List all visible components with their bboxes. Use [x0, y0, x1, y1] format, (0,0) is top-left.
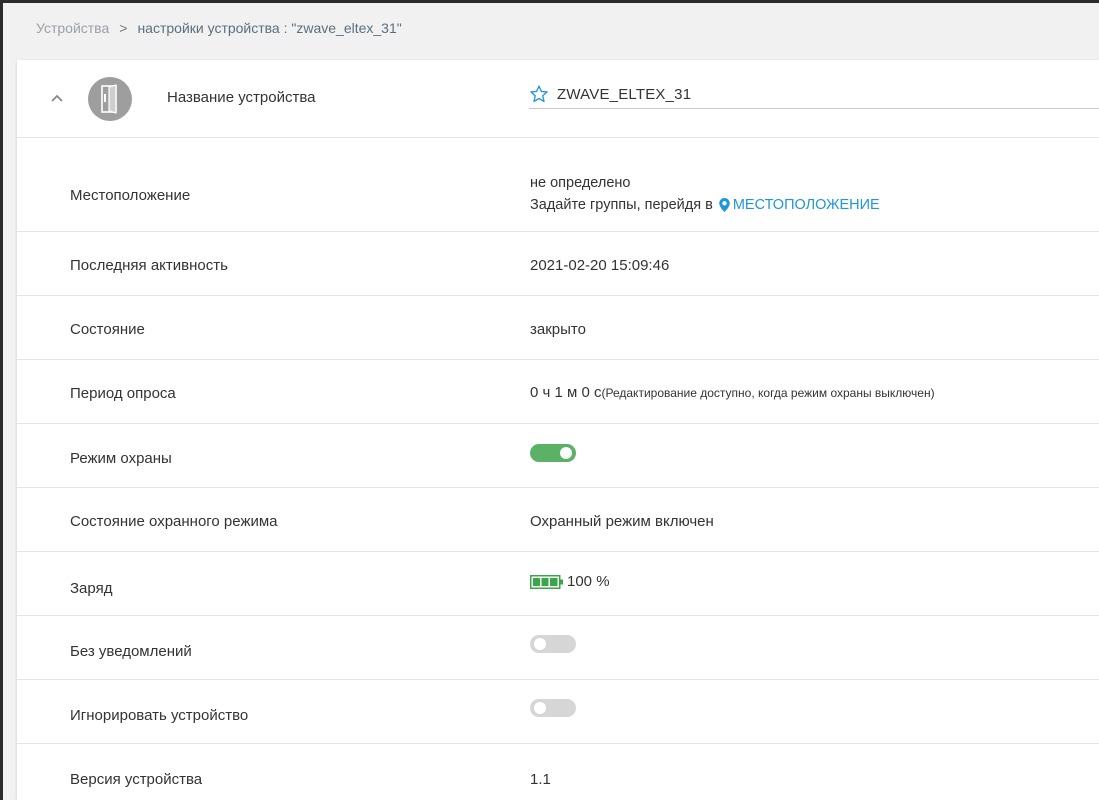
row-no-notifications: Без уведомлений [17, 616, 1099, 680]
location-link[interactable]: МЕСТОПОЛОЖЕНИЕ [719, 197, 880, 213]
row-label: Режим охраны [70, 450, 172, 467]
window-frame-left [0, 0, 3, 800]
chevron-up-icon [51, 94, 63, 102]
row-label: Период опроса [70, 385, 176, 402]
last-activity-value: 2021-02-20 15:09:46 [530, 257, 670, 274]
toggle-knob [534, 702, 546, 714]
toggle-knob [560, 447, 572, 459]
device-avatar [88, 77, 132, 121]
door-sensor-icon [101, 84, 117, 114]
location-link-text: МЕСТОПОЛОЖЕНИЕ [732, 197, 880, 213]
device-name-value: ZWAVE_ELTEX_31 [557, 85, 692, 103]
battery-value: 100 % [530, 573, 610, 590]
row-last-activity: Последняя активность 2021-02-20 15:09:46 [17, 232, 1099, 296]
row-device-version: Версия устройства 1.1 [17, 744, 1099, 800]
row-battery: Заряд 100 % [17, 552, 1099, 616]
battery-full-icon [530, 574, 563, 589]
battery-percent: 100 % [567, 573, 610, 590]
device-header: Название устройства ZWAVE_ELTEX_31 [17, 60, 1099, 138]
device-version-value: 1.1 [530, 771, 551, 788]
breadcrumb-root-link[interactable]: Устройства [36, 20, 109, 36]
row-label: Игнорировать устройство [70, 707, 249, 724]
device-settings-card: Название устройства ZWAVE_ELTEX_31 Место… [17, 60, 1099, 800]
breadcrumb-separator: > [119, 20, 128, 36]
row-ignore-device: Игнорировать устройство [17, 680, 1099, 744]
poll-period-note: (Редактирование доступно, когда режим ох… [601, 386, 935, 400]
state-value: закрыто [530, 321, 586, 338]
security-mode-toggle[interactable] [530, 444, 576, 462]
row-security-mode: Режим охраны [17, 424, 1099, 488]
window-frame-top [0, 0, 1099, 3]
row-label: Состояние [70, 321, 145, 338]
no-notifications-toggle[interactable] [530, 635, 576, 653]
collapse-button[interactable] [47, 88, 67, 108]
location-hint: Задайте группы, перейдя в МЕСТОПОЛОЖЕНИЕ [530, 197, 880, 213]
row-state: Состояние закрыто [17, 296, 1099, 360]
device-name-label: Название устройства [167, 89, 316, 106]
row-label: Версия устройства [70, 771, 203, 788]
ignore-device-toggle[interactable] [530, 699, 576, 717]
map-marker-icon [719, 198, 730, 212]
breadcrumb: Устройства > настройки устройства : "zwa… [36, 20, 402, 36]
row-label: Местоположение [70, 187, 191, 204]
poll-period-text: 0 ч 1 м 0 с [530, 384, 602, 401]
device-name-field[interactable]: ZWAVE_ELTEX_31 [529, 80, 1099, 109]
location-hint-text: Задайте группы, перейдя в [530, 197, 713, 213]
star-icon[interactable] [529, 84, 549, 104]
row-poll-period: Период опроса 0 ч 1 м 0 с(Редактирование… [17, 360, 1099, 424]
toggle-knob [534, 638, 546, 650]
location-text: не определено [530, 175, 631, 191]
row-label: Состояние охранного режима [70, 513, 278, 530]
row-location: Местоположение не определено Задайте гру… [17, 138, 1099, 232]
poll-period-value: 0 ч 1 м 0 с(Редактирование доступно, ког… [530, 384, 935, 401]
security-state-value: Охранный режим включен [530, 513, 714, 530]
location-value: не определено Задайте группы, перейдя в … [530, 175, 880, 213]
row-label: Заряд [70, 580, 113, 597]
row-label: Без уведомлений [70, 643, 192, 660]
row-label: Последняя активность [70, 257, 228, 274]
breadcrumb-current: настройки устройства : "zwave_eltex_31" [137, 20, 402, 36]
row-security-state: Состояние охранного режима Охранный режи… [17, 488, 1099, 552]
